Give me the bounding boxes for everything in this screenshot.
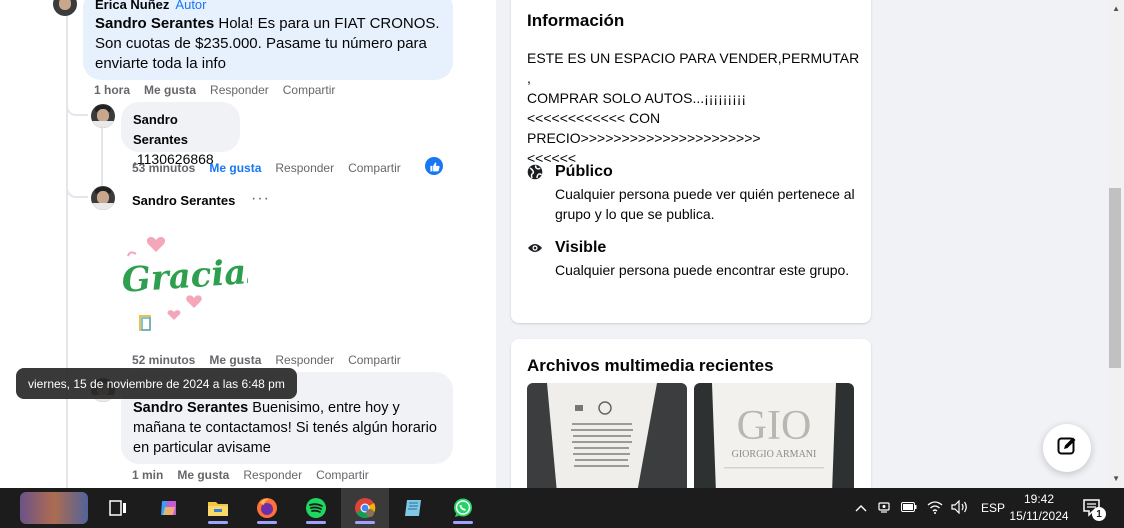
- visibility-row: Visible Cualquier persona puede encontra…: [527, 238, 855, 280]
- battery-icon[interactable]: [901, 501, 917, 515]
- notes-app-icon[interactable]: [397, 492, 429, 524]
- comment-author[interactable]: Sandro Serantes: [133, 110, 228, 150]
- comment-author[interactable]: Erica Nuñez: [95, 0, 169, 12]
- firefox-icon[interactable]: [251, 492, 283, 524]
- visibility-desc: Cualquier persona puede encontrar este g…: [555, 262, 850, 278]
- notifications-button[interactable]: 1: [1082, 498, 1106, 523]
- task-view-icon[interactable]: [102, 492, 134, 524]
- thumb-brand-text: GIO: [737, 403, 812, 449]
- widgets-icon[interactable]: [20, 492, 88, 524]
- reply-button[interactable]: Responder: [275, 161, 334, 175]
- comment-time[interactable]: 1 hora: [94, 83, 130, 97]
- share-button[interactable]: Compartir: [316, 468, 369, 482]
- comment-bubble: Erica Nuñez Autor Sandro Serantes Hola! E…: [83, 0, 453, 80]
- sticker-text: Gracias: [120, 251, 248, 301]
- eye-icon: [527, 240, 543, 280]
- comment-author[interactable]: Sandro Serantes: [132, 193, 235, 208]
- more-options-icon[interactable]: ···: [251, 190, 270, 208]
- compose-icon: [1056, 435, 1078, 462]
- comment-actions: 1 hora Me gusta Responder Compartir: [94, 83, 335, 97]
- thread-line: [66, 0, 68, 488]
- reply-button[interactable]: Responder: [243, 468, 302, 482]
- reply-button[interactable]: Responder: [275, 353, 334, 367]
- share-button[interactable]: Compartir: [348, 161, 401, 175]
- scroll-up-arrow[interactable]: ▲: [1112, 4, 1120, 13]
- file-explorer-icon[interactable]: [202, 492, 234, 524]
- thread-connector: [66, 100, 88, 116]
- wifi-icon[interactable]: [927, 500, 943, 517]
- new-message-button[interactable]: [1043, 424, 1091, 472]
- media-title: Archivos multimedia recientes: [527, 356, 774, 375]
- clock-time: 19:42: [1023, 492, 1055, 506]
- privacy-desc: Cualquier persona puede ver quién perten…: [555, 186, 855, 222]
- like-button[interactable]: Me gusta: [144, 83, 196, 97]
- author-badge: Autor: [175, 0, 207, 12]
- gracias-sticker[interactable]: Gracias: [118, 226, 267, 336]
- thread-line-nested: [101, 128, 103, 188]
- comments-feed: Erica Nuñez Autor Sandro Serantes Hola! E…: [0, 0, 496, 488]
- recent-media-card: Archivos multimedia recientes GIO GIORGI…: [511, 339, 871, 499]
- like-button-active[interactable]: Me gusta: [209, 161, 261, 175]
- thread-connector: [66, 180, 88, 198]
- like-button[interactable]: Me gusta: [209, 353, 261, 367]
- windows-taskbar: ESP 19:42 15/11/2024 1: [0, 488, 1124, 528]
- comment-actions: 53 minutos Me gusta Responder Compartir: [132, 161, 401, 175]
- clock-date: 15/11/2024: [1009, 509, 1069, 523]
- mention-link[interactable]: Sandro Serantes: [95, 15, 214, 32]
- group-info-card: Información ESTE ES UN ESPACIO PARA VEND…: [511, 0, 871, 323]
- chevron-up-icon[interactable]: [855, 501, 867, 515]
- volume-icon[interactable]: [951, 499, 969, 517]
- visibility-title: Visible: [555, 239, 607, 256]
- comment-actions: 52 minutos Me gusta Responder Compartir: [132, 353, 401, 367]
- comment-time[interactable]: 1 min: [132, 468, 163, 482]
- spotify-icon[interactable]: [300, 492, 332, 524]
- like-reaction-icon[interactable]: [425, 157, 443, 175]
- group-description: ESTE ES UN ESPACIO PARA VENDER,PERMUTAR …: [527, 50, 860, 166]
- meet-now-icon[interactable]: [877, 500, 891, 517]
- share-button[interactable]: Compartir: [348, 353, 401, 367]
- thumb-brand-sub: GIORGIO ARMANI: [732, 449, 817, 460]
- timestamp-tooltip: viernes, 15 de noviembre de 2024 a las 6…: [16, 368, 297, 399]
- notification-count-badge: 1: [1092, 507, 1106, 521]
- comment-actions: 1 min Me gusta Responder Compartir: [132, 468, 369, 482]
- avatar[interactable]: [91, 186, 115, 210]
- copilot-icon[interactable]: [153, 492, 185, 524]
- media-thumbnail[interactable]: [527, 383, 687, 493]
- media-thumbnail[interactable]: GIO GIORGIO ARMANI: [694, 383, 854, 493]
- chrome-icon[interactable]: [349, 492, 381, 524]
- comment-time[interactable]: 53 minutos: [132, 161, 195, 175]
- scrollbar-thumb[interactable]: [1109, 188, 1121, 368]
- comment-bubble: Sandro Serantes ,1130626868: [121, 102, 240, 167]
- privacy-public-row: Público Cualquier persona puede ver quié…: [527, 162, 855, 224]
- privacy-title: Público: [555, 163, 613, 180]
- system-tray: ESP: [855, 488, 1005, 528]
- like-button[interactable]: Me gusta: [177, 468, 229, 482]
- scroll-down-arrow[interactable]: ▼: [1112, 474, 1120, 483]
- globe-icon: [527, 164, 543, 224]
- mention-link[interactable]: Sandro Serantes: [133, 400, 248, 416]
- avatar[interactable]: [53, 0, 77, 16]
- comment-time[interactable]: 52 minutos: [132, 353, 195, 367]
- avatar[interactable]: [91, 104, 115, 128]
- language-indicator[interactable]: ESP: [981, 501, 1005, 515]
- info-title: Información: [527, 11, 625, 30]
- whatsapp-icon[interactable]: [447, 492, 479, 524]
- reply-button[interactable]: Responder: [210, 83, 269, 97]
- share-button[interactable]: Compartir: [283, 83, 336, 97]
- system-clock[interactable]: 19:42 15/11/2024: [1006, 491, 1072, 525]
